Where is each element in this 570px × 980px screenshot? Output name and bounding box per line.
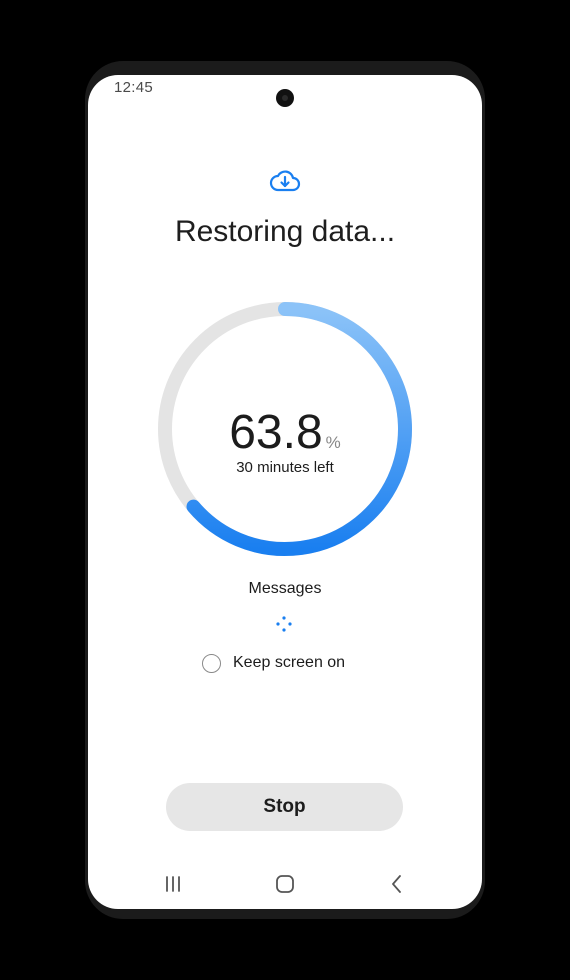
- percent-value: 63.8: [229, 406, 323, 459]
- percent-sign: %: [325, 433, 341, 452]
- keep-screen-on-label: Keep screen on: [233, 654, 346, 671]
- stop-button[interactable]: Stop: [166, 783, 403, 831]
- recents-icon[interactable]: [160, 871, 186, 897]
- status-time: 12:45: [114, 79, 154, 96]
- keep-screen-on-option[interactable]: Keep screen on: [202, 651, 345, 675]
- navigation-bar: [88, 871, 482, 897]
- progress-percent: 63.8%: [88, 405, 482, 460]
- keep-screen-on-radio[interactable]: [202, 653, 221, 673]
- time-remaining: 30 minutes left: [236, 459, 334, 476]
- home-icon[interactable]: [272, 871, 298, 897]
- screen: 12:45 Restoring data... 63.8% 30 minutes…: [88, 75, 482, 909]
- cloud-download-icon: [269, 170, 301, 192]
- current-item-label: Messages: [248, 580, 322, 597]
- loading-spinner-icon: [276, 616, 292, 632]
- stage: 12:45 Restoring data... 63.8% 30 minutes…: [0, 0, 570, 980]
- front-camera: [276, 89, 294, 107]
- back-icon[interactable]: [384, 871, 410, 897]
- page-title: Restoring data...: [174, 215, 396, 248]
